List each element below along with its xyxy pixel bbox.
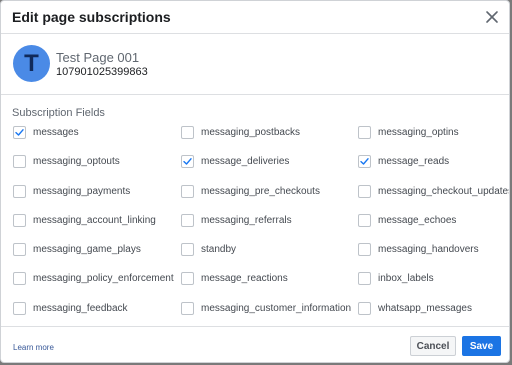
edit-subscriptions-dialog: Edit page subscriptions T Test Page 001 … bbox=[0, 0, 510, 363]
subscription-field-messaging-game-plays[interactable]: messaging_game_plays bbox=[13, 241, 181, 258]
checkbox-unchecked[interactable] bbox=[13, 184, 26, 198]
close-icon[interactable] bbox=[483, 8, 501, 26]
field-label: messaging_checkout_updates bbox=[378, 185, 510, 197]
subscription-field-message-deliveries[interactable]: message_deliveries bbox=[181, 153, 358, 170]
subscription-field-messaging-optins[interactable]: messaging_optins bbox=[358, 124, 505, 141]
subscription-field-messaging-payments[interactable]: messaging_payments bbox=[13, 183, 181, 200]
checkbox-unchecked[interactable] bbox=[358, 272, 371, 286]
field-label: messaging_payments bbox=[33, 185, 131, 197]
subscription-field-message-reactions[interactable]: message_reactions bbox=[181, 270, 358, 287]
checkbox-unchecked[interactable] bbox=[358, 126, 371, 139]
checkbox-unchecked[interactable] bbox=[358, 301, 371, 315]
checkbox-checked[interactable] bbox=[13, 126, 26, 139]
subscription-field-messaging-postbacks[interactable]: messaging_postbacks bbox=[181, 124, 358, 141]
field-label: messaging_optins bbox=[378, 127, 459, 138]
subscription-field-message-reads[interactable]: message_reads bbox=[358, 153, 505, 170]
checkbox-unchecked[interactable] bbox=[181, 301, 194, 315]
field-label: standby bbox=[201, 244, 237, 256]
checkbox-unchecked[interactable] bbox=[181, 126, 194, 139]
subscription-field-messaging-pre-checkouts[interactable]: messaging_pre_checkouts bbox=[181, 183, 358, 200]
subscription-field-message-echoes[interactable]: message_echoes bbox=[358, 212, 505, 229]
subscription-field-standby[interactable]: standby bbox=[181, 241, 358, 258]
checkbox-checked[interactable] bbox=[181, 155, 194, 169]
subscription-fields-label: Subscription Fields bbox=[12, 107, 105, 119]
subscription-field-messaging-optouts[interactable]: messaging_optouts bbox=[13, 153, 181, 170]
field-label: messaging_pre_checkouts bbox=[201, 185, 320, 197]
subscription-field-messaging-handovers[interactable]: messaging_handovers bbox=[358, 241, 505, 258]
page-info: T Test Page 001 107901025399863 bbox=[1, 34, 509, 95]
subscription-field-messaging-feedback[interactable]: messaging_feedback bbox=[13, 300, 181, 317]
checkbox-unchecked[interactable] bbox=[13, 301, 26, 315]
subscription-field-messaging-policy-enforcement[interactable]: messaging_policy_enforcement bbox=[13, 270, 181, 287]
field-label: message_deliveries bbox=[201, 156, 290, 168]
save-button[interactable]: Save bbox=[462, 336, 501, 356]
subscription-field-inbox-labels[interactable]: inbox_labels bbox=[358, 270, 505, 287]
dialog-title: Edit page subscriptions bbox=[12, 9, 171, 25]
subscription-field-messaging-checkout-updates[interactable]: messaging_checkout_updates bbox=[358, 183, 509, 200]
field-label: inbox_labels bbox=[378, 273, 434, 285]
field-label: messaging_postbacks bbox=[201, 127, 300, 138]
cancel-button[interactable]: Cancel bbox=[410, 336, 456, 356]
dialog-footer: Learn more Cancel Save bbox=[1, 326, 509, 362]
checkbox-unchecked[interactable] bbox=[181, 184, 194, 198]
subscription-fields-grid: messages messaging_postbacks messaging_opt… bbox=[13, 124, 509, 329]
checkbox-unchecked[interactable] bbox=[358, 213, 371, 227]
field-label: message_reads bbox=[378, 156, 450, 168]
checkbox-unchecked[interactable] bbox=[181, 243, 194, 257]
page-id: 107901025399863 bbox=[56, 66, 148, 78]
field-label: messaging_feedback bbox=[33, 302, 128, 314]
checkbox-unchecked[interactable] bbox=[13, 243, 26, 257]
subscription-field-whatsapp-messages[interactable]: whatsapp_messages bbox=[358, 300, 505, 317]
subscription-field-messages[interactable]: messages bbox=[13, 124, 181, 141]
field-label: messages bbox=[33, 127, 79, 138]
field-label: messaging_account_linking bbox=[33, 214, 156, 226]
checkbox-unchecked[interactable] bbox=[13, 155, 26, 169]
checkbox-unchecked[interactable] bbox=[13, 272, 26, 286]
avatar: T bbox=[13, 45, 50, 82]
field-label: whatsapp_messages bbox=[378, 302, 472, 314]
subscription-field-messaging-referrals[interactable]: messaging_referrals bbox=[181, 212, 358, 229]
field-label: message_echoes bbox=[378, 214, 457, 226]
page-name: Test Page 001 bbox=[56, 50, 140, 65]
field-label: messaging_game_plays bbox=[33, 244, 141, 256]
field-label: messaging_referrals bbox=[201, 214, 292, 226]
checkbox-unchecked[interactable] bbox=[358, 243, 371, 257]
checkmark-icon bbox=[183, 158, 192, 165]
field-label: messaging_optouts bbox=[33, 156, 120, 168]
subscription-field-messaging-customer-information[interactable]: messaging_customer_information bbox=[181, 300, 358, 317]
field-label: messaging_handovers bbox=[378, 244, 479, 256]
field-label: messaging_customer_information bbox=[201, 302, 352, 314]
learn-more-link[interactable]: Learn more bbox=[13, 343, 54, 352]
checkmark-icon bbox=[360, 158, 369, 165]
subscription-field-messaging-account-linking[interactable]: messaging_account_linking bbox=[13, 212, 181, 229]
checkbox-unchecked[interactable] bbox=[358, 184, 371, 198]
dialog-header: Edit page subscriptions bbox=[1, 1, 509, 34]
field-label: messaging_policy_enforcement bbox=[33, 273, 174, 285]
checkmark-icon bbox=[15, 129, 24, 136]
checkbox-unchecked[interactable] bbox=[181, 213, 194, 227]
checkbox-checked[interactable] bbox=[358, 155, 371, 169]
field-label: message_reactions bbox=[201, 273, 288, 285]
checkbox-unchecked[interactable] bbox=[181, 272, 194, 286]
checkbox-unchecked[interactable] bbox=[13, 213, 26, 227]
